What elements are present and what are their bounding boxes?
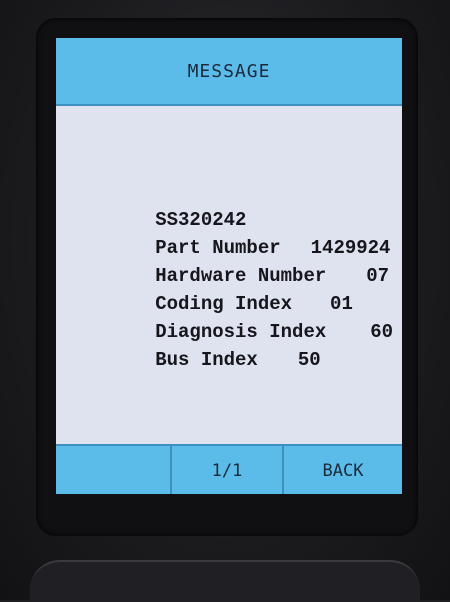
message-body: SS320242 Part Number 1429924 Hardware Num… bbox=[64, 178, 394, 371]
part-number-label: Part Number bbox=[155, 237, 281, 259]
lcd-screen: MESSAGE SS320242 Part Number 1429924 Hard… bbox=[56, 38, 402, 494]
page-indicator-label: 1/1 bbox=[211, 461, 243, 481]
diagnosis-index-label: Diagnosis Index bbox=[155, 321, 327, 343]
scan-tool-device: MESSAGE SS320242 Part Number 1429924 Hard… bbox=[0, 0, 450, 602]
softkey-bar: 1/1 BACK bbox=[56, 444, 402, 494]
part-number-value: 1429924 bbox=[310, 237, 391, 259]
page-indicator: 1/1 bbox=[172, 446, 284, 494]
bus-index-label: Bus Index bbox=[155, 349, 258, 371]
screen-title: MESSAGE bbox=[187, 60, 271, 82]
softkey-left[interactable] bbox=[56, 446, 172, 494]
back-button[interactable]: BACK bbox=[284, 446, 402, 494]
ecu-id: SS320242 bbox=[155, 209, 247, 231]
bus-index-value: 50 bbox=[297, 349, 321, 371]
hardware-number-value: 07 bbox=[366, 265, 390, 287]
ecu-id-line: SS320242 bbox=[64, 178, 394, 231]
diagnosis-index-value: 60 bbox=[370, 321, 394, 343]
back-button-label: BACK bbox=[322, 461, 364, 481]
coding-index-label: Coding Index bbox=[155, 293, 293, 315]
hardware-number-label: Hardware Number bbox=[155, 265, 327, 287]
coding-index-value: 01 bbox=[330, 293, 353, 315]
device-lower-housing bbox=[30, 560, 420, 602]
title-bar: MESSAGE bbox=[56, 38, 402, 106]
